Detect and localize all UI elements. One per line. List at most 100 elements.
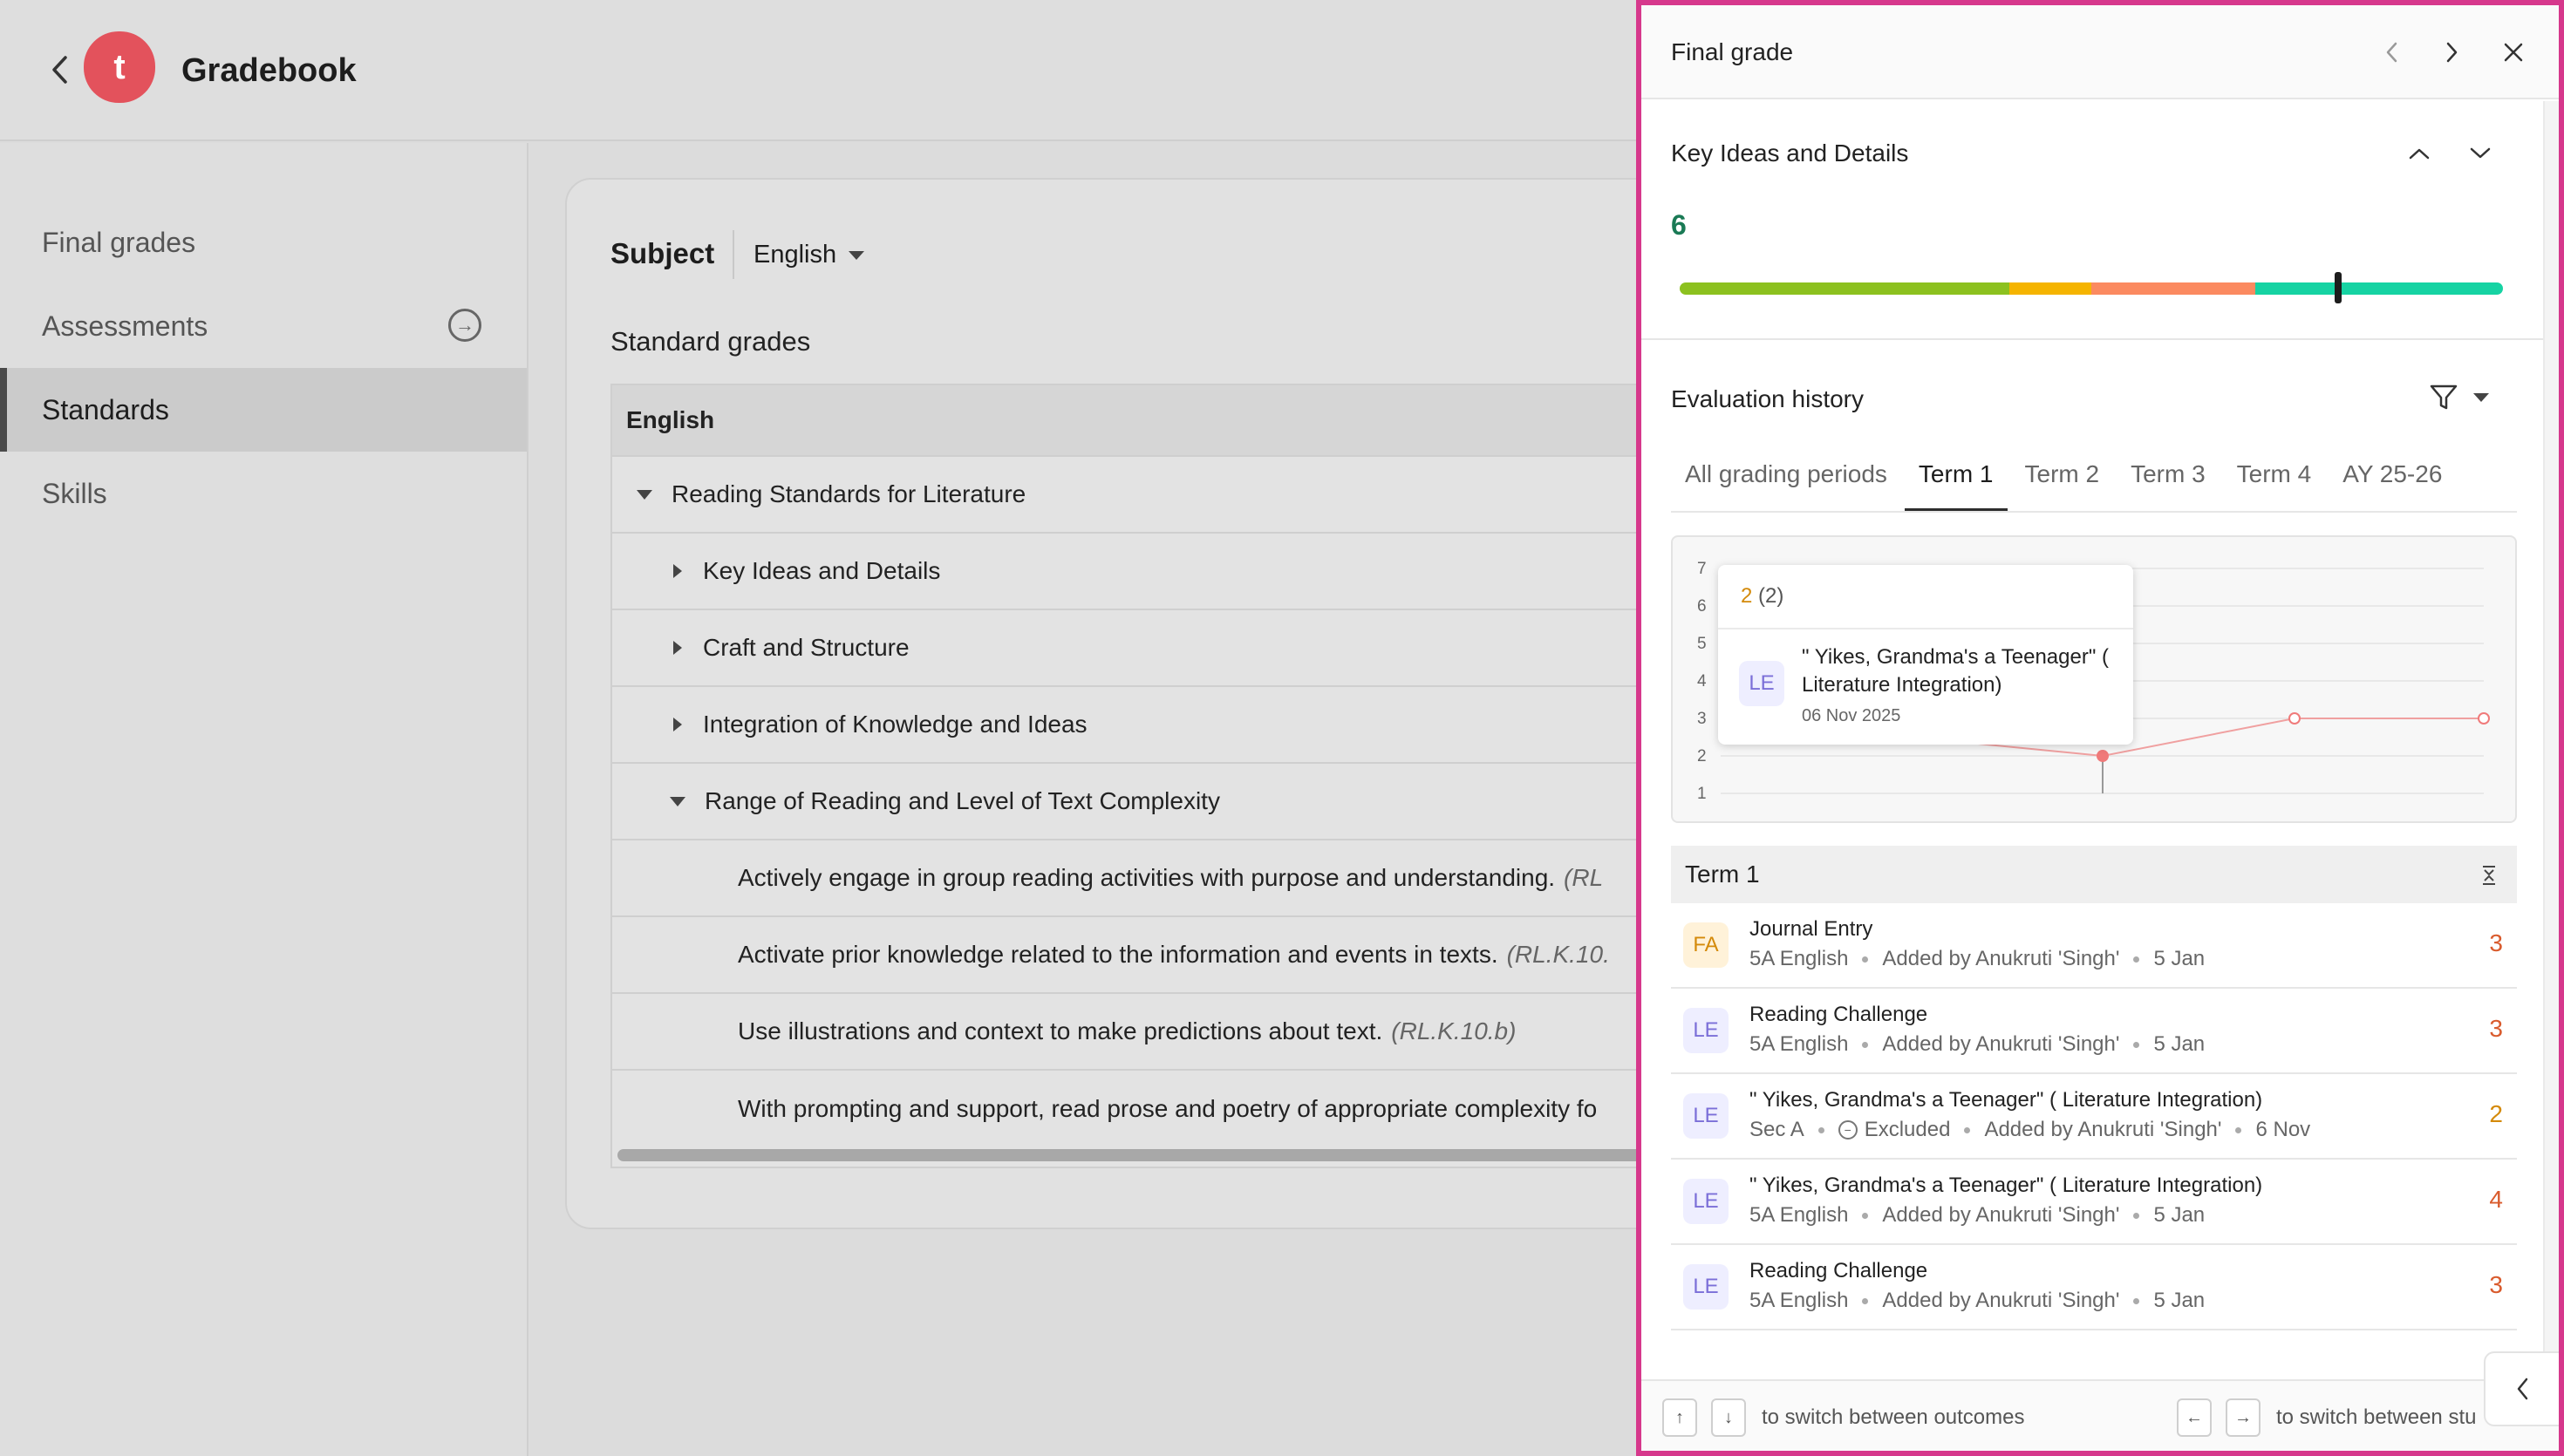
type-badge: LE [1683,1093,1729,1139]
table-row[interactable]: Craft and Structure [612,610,1701,687]
caret-down-icon[interactable] [670,796,685,806]
collapse-up-button[interactable] [2402,136,2437,171]
subject-select[interactable]: English [754,241,865,269]
table-row[interactable]: With prompting and support, read prose a… [612,1071,1701,1147]
evaluation-date: 5 Jan [2153,1203,2206,1227]
divider [1671,511,2517,513]
list-item[interactable]: LE " Yikes, Grandma's a Teenager" ( Lite… [1671,1074,2517,1160]
type-badge: LE [1683,1008,1729,1053]
sidebar-item-skills[interactable]: Skills [0,452,527,535]
caret-right-icon[interactable] [673,564,682,578]
collapse-icon[interactable] [2480,865,2498,886]
outcome-score: 6 [1671,209,1687,241]
y-tick-label: 2 [1697,747,1707,765]
score-marker [2335,272,2342,303]
tab-term-1[interactable]: Term 1 [1904,448,2008,513]
data-point[interactable] [2288,712,2301,725]
tab-all-grading-periods[interactable]: All grading periods [1671,448,1901,513]
evaluation-date: 5 Jan [2153,947,2206,970]
table-row[interactable]: Reading Standards for Literature [612,457,1701,534]
collapse-panel-button[interactable] [2484,1351,2559,1426]
arrow-left-key-icon: ← [2177,1398,2212,1437]
back-button[interactable] [42,49,77,91]
term-header[interactable]: Term 1 [1671,846,2517,903]
chevron-right-icon [2446,42,2458,63]
vertical-scrollbar[interactable] [2543,101,2559,1379]
evaluation-score: 3 [2489,1015,2503,1042]
excluded-icon: − [1838,1120,1858,1140]
evaluation-score: 2 [2489,1100,2503,1127]
sidebar-item-assessments[interactable]: Assessments → [0,284,527,368]
proficiency-bar [1680,282,2503,295]
caret-down-icon[interactable] [637,489,652,500]
table-header: English [612,385,1701,457]
data-point[interactable] [2478,712,2490,725]
next-button[interactable] [2435,35,2470,70]
divider [1718,628,2133,629]
horizontal-scrollbar[interactable] [617,1149,1699,1161]
added-by: Added by Anukruti 'Singh' [1882,1032,2120,1056]
list-item[interactable]: LE Reading Challenge 5A English Added by … [1671,989,2517,1074]
row-label: With prompting and support, read prose a… [738,1095,1598,1122]
y-tick-label: 3 [1697,710,1707,728]
sidebar-item-label: Standards [42,393,169,425]
divider [733,230,734,279]
type-badge: LE [1739,661,1784,706]
sidebar-item-label: Skills [42,477,107,509]
table-row[interactable]: Range of Reading and Level of Text Compl… [612,764,1701,840]
history-title: Evaluation history [1671,385,1865,412]
table-row[interactable]: Activate prior knowledge related to the … [612,917,1701,994]
tooltip-score-value: 2 [1741,584,1753,608]
table-row[interactable]: Integration of Knowledge and Ideas [612,687,1701,764]
section-title: Standard grades [610,326,811,357]
subject-label: Subject [610,237,715,269]
y-tick-label: 4 [1697,672,1707,691]
evaluation-title: Reading Challenge [1749,1259,1928,1283]
sidebar-item-standards[interactable]: Standards [0,368,527,452]
app-header: t Gradebook [0,0,1640,141]
evaluation-meta: 5A English Added by Anukruti 'Singh' 5 Jan [1749,947,2205,971]
type-badge: LE [1683,1264,1729,1310]
tab-ay-25-26[interactable]: AY 25-26 [2329,448,2456,513]
added-by: Added by Anukruti 'Singh' [1984,1118,2222,1141]
tooltip-score: 2 (2) [1741,584,1783,609]
table-row[interactable]: Use illustrations and context to make pr… [612,994,1701,1071]
list-item[interactable]: LE " Yikes, Grandma's a Teenager" ( Lite… [1671,1160,2517,1245]
filter-icon [2430,384,2458,410]
expand-down-button[interactable] [2463,136,2498,171]
caret-right-icon[interactable] [673,718,682,731]
arrow-right-key-icon: → [2226,1398,2261,1437]
bar-segment-teal [2255,282,2503,295]
tab-term-3[interactable]: Term 3 [2117,448,2220,513]
filter-button[interactable] [2428,380,2489,415]
bar-segment-yellow [2009,282,2091,295]
caret-right-icon[interactable] [673,641,682,655]
previous-button[interactable] [2374,35,2409,70]
table-row[interactable]: Key Ideas and Details [612,534,1701,610]
tab-term-2[interactable]: Term 2 [2011,448,2114,513]
sidebar-item-final-grades[interactable]: Final grades [0,201,527,284]
chevron-left-icon [2386,42,2397,63]
evaluation-meta: 5A English Added by Anukruti 'Singh' 5 Jan [1749,1032,2205,1057]
row-label: Integration of Knowledge and Ideas [703,711,1088,738]
table-header-label: English [626,406,715,433]
type-badge: LE [1683,1179,1729,1224]
row-label: Key Ideas and Details [703,557,941,584]
app-logo: t [84,31,155,103]
arrow-right-circle-icon[interactable]: → [448,309,481,342]
chevron-down-icon [2470,147,2491,159]
panel-title: Final grade [1671,38,1794,65]
list-item[interactable]: FA Journal Entry 5A English Added by Anuk… [1671,903,2517,989]
tab-term-4[interactable]: Term 4 [2223,448,2326,513]
added-by: Added by Anukruti 'Singh' [1882,1289,2120,1312]
list-item[interactable]: LE Reading Challenge 5A English Added by … [1671,1245,2517,1330]
close-button[interactable] [2496,35,2531,70]
standard-code: (RL.K.10. [1506,941,1610,968]
table-row[interactable]: Actively engage in group reading activit… [612,840,1701,917]
data-point-active[interactable] [2097,750,2109,762]
type-badge: FA [1683,922,1729,968]
evaluation-date: 5 Jan [2153,1289,2206,1312]
standard-code: (RL.K.10.b) [1391,1017,1517,1044]
evaluation-meta: 5A English Added by Anukruti 'Singh' 5 Jan [1749,1289,2205,1313]
y-tick-label: 6 [1697,597,1707,616]
